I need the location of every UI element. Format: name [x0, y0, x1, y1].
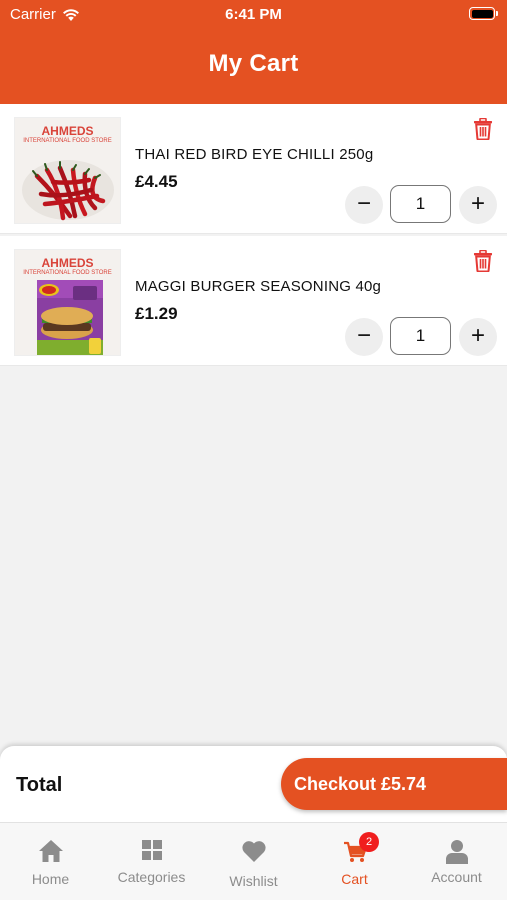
product-name[interactable]: MAGGI BURGER SEASONING 40g: [135, 278, 381, 295]
decrease-quantity-button[interactable]: −: [345, 186, 383, 224]
nav-item-cart[interactable]: 2 Cart: [304, 823, 405, 900]
quantity-stepper: − 1 +: [345, 316, 497, 356]
cart-screen: Carrier 6:41 PM My Cart AHMEDS INTERNATI…: [0, 0, 507, 900]
delete-button[interactable]: [473, 249, 493, 273]
product-image-store: INTERNATIONAL FOOD STORE: [23, 138, 112, 144]
trash-icon: [474, 117, 492, 141]
increase-quantity-button[interactable]: +: [459, 186, 497, 224]
product-image-brand: AHMEDS: [41, 256, 94, 270]
product-price: £4.45: [135, 172, 178, 191]
nav-item-wishlist[interactable]: Wishlist: [203, 823, 304, 900]
home-icon: [38, 840, 63, 862]
product-image[interactable]: AHMEDS INTERNATIONAL FOOD STORE: [14, 249, 121, 356]
nav-item-home[interactable]: Home: [0, 823, 101, 900]
quantity-stepper: − 1 +: [345, 184, 497, 224]
increase-quantity-button[interactable]: +: [459, 318, 497, 356]
nav-label-wishlist: Wishlist: [229, 873, 278, 889]
status-bar: Carrier 6:41 PM: [0, 0, 507, 30]
nav-label-categories: Categories: [117, 869, 186, 885]
app-header: Carrier 6:41 PM My Cart: [0, 0, 507, 104]
cart-total-bar: Total Checkout £5.74: [0, 746, 507, 822]
cart-count-badge: 2: [359, 832, 379, 852]
person-icon: [445, 840, 468, 864]
nav-item-account[interactable]: Account: [406, 823, 507, 900]
status-time: 6:41 PM: [225, 6, 282, 23]
quantity-input[interactable]: 1: [390, 317, 451, 355]
nav-label-account: Account: [431, 869, 482, 885]
product-price: £1.29: [135, 304, 178, 323]
cart-list: AHMEDS INTERNATIONAL FOOD STORE THAI RED…: [0, 104, 507, 368]
product-image-store: INTERNATIONAL FOOD STORE: [23, 270, 112, 276]
grid-icon: [141, 840, 162, 860]
chilli-image: [22, 160, 114, 221]
heart-icon: [241, 841, 266, 862]
seasoning-packet-image: [37, 280, 103, 355]
product-image-brand: AHMEDS: [41, 124, 94, 138]
product-image[interactable]: AHMEDS INTERNATIONAL FOOD STORE: [14, 117, 121, 224]
decrease-quantity-button[interactable]: −: [345, 318, 383, 356]
trash-icon: [474, 249, 492, 273]
quantity-input[interactable]: 1: [390, 185, 451, 223]
checkout-button[interactable]: Checkout £5.74: [281, 758, 507, 810]
delete-button[interactable]: [473, 117, 493, 141]
cart-item: AHMEDS INTERNATIONAL FOOD STORE MAGGI BU: [0, 236, 507, 366]
nav-label-cart: Cart: [341, 871, 368, 887]
cart-item: AHMEDS INTERNATIONAL FOOD STORE THAI RED…: [0, 104, 507, 234]
battery-icon: [469, 7, 498, 20]
nav-label-home: Home: [31, 871, 70, 887]
page-title: My Cart: [208, 50, 299, 77]
product-name[interactable]: THAI RED BIRD EYE CHILLI 250g: [135, 146, 373, 163]
total-label: Total: [16, 774, 63, 796]
nav-item-categories[interactable]: Categories: [101, 823, 202, 900]
bottom-navigation: Home Categories Wishlist 2 Cart Account: [0, 822, 507, 900]
